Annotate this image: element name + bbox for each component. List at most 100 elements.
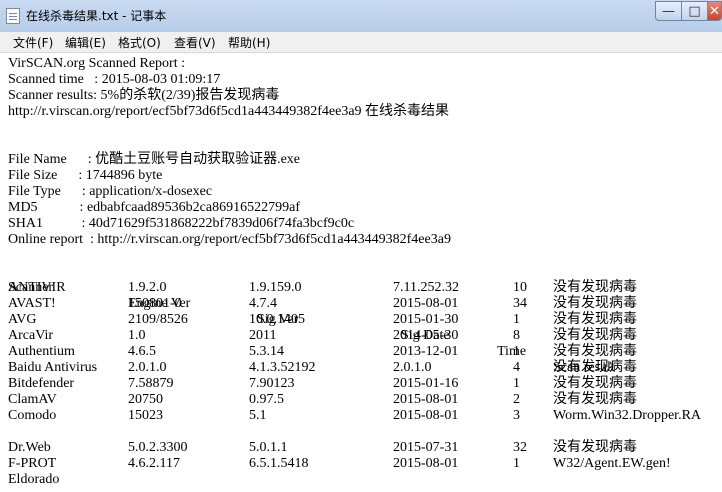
menu-help[interactable]: 帮助(H) <box>228 34 270 51</box>
cell-scanner: Eldorado <box>8 472 60 487</box>
cell-scan-result: 没有发现病毒 <box>553 280 637 295</box>
notepad-icon <box>6 8 20 24</box>
cell-sig-date: 2013-12-01 <box>393 344 459 359</box>
cell-sig-ver: 5.3.14 <box>249 344 284 359</box>
cell-sig-date: 2.0.1.0 <box>393 360 432 375</box>
cell-engine-ver: 1.0 <box>128 328 146 343</box>
cell-sig-ver: 2011 <box>249 328 277 343</box>
cell-scan-result: 没有发现病毒 <box>553 392 637 407</box>
table-row: Authentium 4.6.5 5.3.14 2013-12-01 1 没有发现病毒 <box>0 344 722 360</box>
title-bar: 在线杀毒结果.txt - 记事本 — □ ✕ <box>0 0 722 33</box>
table-row: Comodo 15023 5.1 2015-08-01 3 Worm.Win32.Drop… <box>0 408 722 424</box>
file-md5: MD5 : edbabfcaad89536b2ca86916522799af <box>8 200 300 215</box>
cell-sig-date: 2015-08-01 <box>393 392 459 407</box>
file-name: File Name : 优酷土豆账号自动获取验证器.exe <box>8 152 301 167</box>
cell-scanner: Bitdefender <box>8 376 75 391</box>
cell-time: 2 <box>513 392 520 407</box>
menu-edit[interactable]: 编辑(E) <box>65 34 106 51</box>
cell-time: 8 <box>513 328 520 343</box>
cell-engine-ver: 20750 <box>128 392 163 407</box>
report-header: VirSCAN.org Scanned Report : <box>8 56 185 71</box>
cell-scanner: F-PROT <box>8 456 57 471</box>
cell-scan-result: 没有发现病毒 <box>553 312 637 327</box>
menu-format[interactable]: 格式(O) <box>118 34 161 51</box>
online-report: Online report : http://r.virscan.org/rep… <box>8 232 451 247</box>
file-type: File Type : application/x-dosexec <box>8 184 213 199</box>
cell-engine-ver: 5.0.2.3300 <box>128 440 188 455</box>
cell-engine-ver: 2109/8526 <box>128 312 188 327</box>
menu-file[interactable]: 文件(F) <box>13 34 53 51</box>
report-url: http://r.virscan.org/report/ecf5bf73d6f5… <box>8 104 450 119</box>
cell-scanner: ClamAV <box>8 392 57 407</box>
cell-scan-result: W32/Agent.EW.gen! <box>553 456 671 471</box>
cell-sig-ver: 0.97.5 <box>249 392 284 407</box>
cell-engine-ver: 7.58879 <box>128 376 174 391</box>
cell-time: 34 <box>513 296 527 311</box>
cell-scan-result: 没有发现病毒 <box>553 440 637 455</box>
cell-scan-result: 没有发现病毒 <box>553 376 637 391</box>
cell-time: 3 <box>513 408 520 423</box>
cell-scanner: Authentium <box>8 344 75 359</box>
cell-sig-date: 7.11.252.32 <box>393 280 459 295</box>
file-size: File Size : 1744896 byte <box>8 168 163 183</box>
cell-engine-ver: 2.0.1.0 <box>128 360 167 375</box>
table-row: ANTIVIR 1.9.2.0 1.9.159.0 7.11.252.32 10 没有发现… <box>0 280 722 296</box>
table-row: Bitdefender 7.58879 7.90123 2015-01-16 1 没有发现… <box>0 376 722 392</box>
table-row: F-PROT 4.6.2.117 6.5.1.5418 2015-08-01 1 W32/… <box>0 456 722 472</box>
cell-time: 1 <box>513 312 520 327</box>
table-row <box>0 424 722 440</box>
table-row: ClamAV 20750 0.97.5 2015-08-01 2 没有发现病毒 <box>0 392 722 408</box>
cell-sig-ver: 6.5.1.5418 <box>249 456 309 471</box>
cell-scan-result: 没有发现病毒 <box>553 296 637 311</box>
menu-view[interactable]: 查看(V) <box>174 34 216 51</box>
table-row: Dr.Web 5.0.2.3300 5.0.1.1 2015-07-31 32 没有发现病… <box>0 440 722 456</box>
table-row: ArcaVir 1.0 2011 2014-05-30 8 没有发现病毒 <box>0 328 722 344</box>
cell-time: 4 <box>513 360 520 375</box>
close-button[interactable]: ✕ <box>707 1 722 21</box>
cell-scan-result: Worm.Win32.Dropper.RA <box>553 408 702 423</box>
cell-sig-date: 2014-05-30 <box>393 328 459 343</box>
file-sha1: SHA1 : 40d71629f531868222bf7839d06f74fa3… <box>8 216 355 231</box>
cell-sig-date: 2015-08-01 <box>393 456 459 471</box>
cell-sig-ver: 7.90123 <box>249 376 295 391</box>
cell-sig-ver: 4.7.4 <box>249 296 277 311</box>
cell-time: 1 <box>513 376 520 391</box>
cell-sig-ver: 10.0.1405 <box>249 312 305 327</box>
cell-scanner: ArcaVir <box>8 328 54 343</box>
cell-sig-ver: 5.0.1.1 <box>249 440 288 455</box>
table-row: Baidu Antivirus 2.0.1.0 4.1.3.52192 2.0.1.0… <box>0 360 722 376</box>
minimize-button[interactable]: — <box>655 1 682 21</box>
cell-time: 1 <box>513 344 520 359</box>
cell-engine-ver: 15023 <box>128 408 163 423</box>
maximize-button[interactable]: □ <box>681 1 708 21</box>
cell-sig-ver: 1.9.159.0 <box>249 280 302 295</box>
cell-sig-date: 2015-07-31 <box>393 440 459 455</box>
cell-scanner: AVAST! <box>8 296 56 311</box>
cell-time: 32 <box>513 440 527 455</box>
cell-engine-ver: 150801-0 <box>128 296 182 311</box>
scanned-time: Scanned time : 2015-08-03 01:09:17 <box>8 72 221 87</box>
cell-scanner: Baidu Antivirus <box>8 360 98 375</box>
window-title: 在线杀毒结果.txt - 记事本 <box>26 9 167 23</box>
cell-sig-ver: 4.1.3.52192 <box>249 360 316 375</box>
cell-scan-result: 没有发现病毒 <box>553 328 637 343</box>
cell-scanner: Comodo <box>8 408 57 423</box>
table-row: AVG 2109/8526 10.0.1405 2015-01-30 1 没有发现病毒 <box>0 312 722 328</box>
cell-time: 1 <box>513 456 520 471</box>
cell-scanner: AVG <box>8 312 37 327</box>
cell-sig-date: 2015-01-30 <box>393 312 459 327</box>
text-editor[interactable]: VirSCAN.org Scanned Report : Scanned tim… <box>0 53 722 492</box>
scanner-results: Scanner results: 5%的杀软(2/39)报告发现病毒 <box>8 88 280 103</box>
menu-bar: 文件(F) 编辑(E) 格式(O) 查看(V) 帮助(H) <box>0 32 722 53</box>
cell-scan-result: 没有发现病毒 <box>553 360 637 375</box>
cell-time: 10 <box>513 280 527 295</box>
table-row: AVAST! 150801-0 4.7.4 2015-08-01 34 没有发现病毒 <box>0 296 722 312</box>
table-header-row: Scanner Engine Ver Sig Ver Sig Date Time… <box>0 264 722 375</box>
cell-sig-date: 2015-01-16 <box>393 376 459 391</box>
table-row: Eldorado <box>0 472 722 488</box>
cell-engine-ver: 4.6.5 <box>128 344 156 359</box>
cell-sig-ver: 5.1 <box>249 408 267 423</box>
cell-sig-date: 2015-08-01 <box>393 408 459 423</box>
cell-engine-ver: 4.6.2.117 <box>128 456 180 471</box>
cell-scanner: ANTIVIR <box>8 280 66 295</box>
